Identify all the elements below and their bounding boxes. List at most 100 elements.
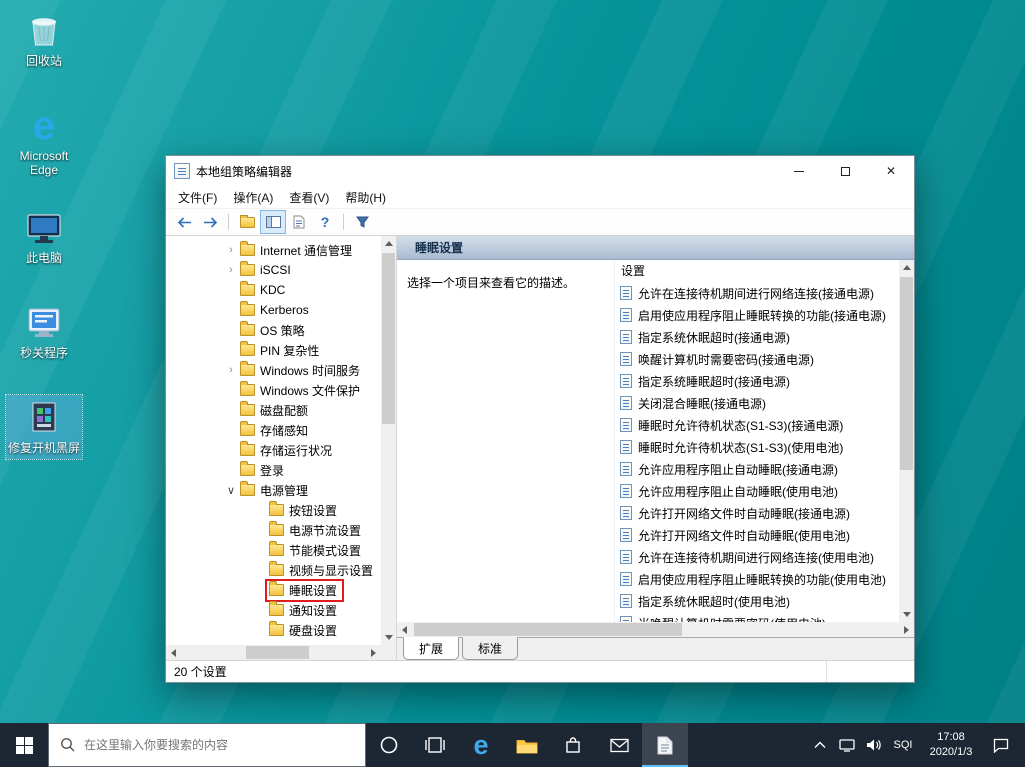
show-hide-console-tree-button[interactable]: [261, 211, 285, 233]
tree-item[interactable]: KDC: [166, 280, 381, 300]
export-list-button[interactable]: [287, 211, 311, 233]
expand-arrow-icon[interactable]: ›: [224, 364, 238, 376]
input-method-indicator[interactable]: SQI: [887, 739, 919, 751]
network-button[interactable]: [833, 723, 860, 767]
hidden-icons-button[interactable]: [806, 723, 833, 767]
settings-horizontal-scrollbar[interactable]: [397, 622, 914, 637]
tree-item[interactable]: › Internet 通信管理: [166, 240, 381, 260]
scrollbar-track[interactable]: [181, 645, 366, 660]
tree-item-content[interactable]: 按钮设置: [267, 501, 342, 520]
view-tab[interactable]: 标准: [462, 637, 518, 660]
menu-item[interactable]: 帮助(H): [337, 187, 394, 208]
scroll-down-button[interactable]: [899, 607, 914, 622]
tree-item-content[interactable]: 硬盘设置: [267, 621, 342, 640]
tree-item-content[interactable]: Windows 时间服务: [238, 361, 365, 380]
policy-setting-item[interactable]: 允许在连接待机期间进行网络连接(使用电池): [615, 546, 899, 568]
scrollbar-track[interactable]: [899, 275, 914, 607]
tree-item-content[interactable]: 睡眠设置: [267, 581, 342, 600]
scrollbar-thumb[interactable]: [900, 277, 913, 470]
scroll-down-button[interactable]: [381, 630, 396, 645]
tree-item-content[interactable]: 视频与显示设置: [267, 561, 378, 580]
policy-setting-item[interactable]: 允许打开网络文件时自动睡眠(使用电池): [615, 524, 899, 546]
scroll-right-button[interactable]: [899, 622, 914, 637]
desktop-icon-fix-black-screen[interactable]: 修复开机黑屏: [6, 395, 82, 459]
menu-item[interactable]: 查看(V): [281, 187, 337, 208]
scrollbar-track[interactable]: [412, 622, 899, 637]
expand-arrow-icon[interactable]: ∨: [224, 484, 238, 497]
policy-setting-item[interactable]: 关闭混合睡眠(接通电源): [615, 392, 899, 414]
tree-item[interactable]: 节能模式设置: [166, 540, 381, 560]
tree-item[interactable]: 睡眠设置: [166, 580, 381, 600]
tree-item-content[interactable]: iSCSI: [238, 262, 296, 278]
policy-setting-item[interactable]: 允许应用程序阻止自动睡眠(使用电池): [615, 480, 899, 502]
volume-button[interactable]: [860, 723, 887, 767]
maximize-button[interactable]: [822, 156, 868, 186]
clock[interactable]: 17:08 2020/1/3: [919, 730, 983, 760]
tree-item-content[interactable]: OS 策略: [238, 321, 310, 340]
scroll-up-button[interactable]: [899, 260, 914, 275]
tree-item-content[interactable]: KDC: [238, 282, 290, 298]
settings-column-header[interactable]: 设置: [615, 260, 899, 282]
scrollbar-thumb[interactable]: [246, 646, 309, 659]
tree-item[interactable]: 存储运行状况: [166, 440, 381, 460]
scroll-left-button[interactable]: [397, 622, 412, 637]
policy-setting-item[interactable]: 睡眠时允许待机状态(S1-S3)(使用电池): [615, 436, 899, 458]
menu-item[interactable]: 文件(F): [170, 187, 225, 208]
mail-button[interactable]: [596, 723, 642, 767]
tree-item[interactable]: 通知设置: [166, 600, 381, 620]
desktop-icon-edge[interactable]: e Microsoft Edge: [6, 103, 82, 182]
tree-item-content[interactable]: 存储运行状况: [238, 441, 337, 460]
scrollbar-thumb[interactable]: [414, 623, 682, 636]
file-explorer-button[interactable]: [504, 723, 550, 767]
tree-item[interactable]: 磁盘配额: [166, 400, 381, 420]
scrollbar-thumb[interactable]: [382, 253, 395, 424]
back-button[interactable]: [172, 211, 196, 233]
scroll-left-button[interactable]: [166, 645, 181, 660]
tree-item[interactable]: OS 策略: [166, 320, 381, 340]
settings-vertical-scrollbar[interactable]: [899, 260, 914, 622]
expand-arrow-icon[interactable]: ›: [224, 244, 238, 256]
desktop-icon-recycle-bin[interactable]: 回收站: [6, 8, 82, 72]
forward-button[interactable]: [198, 211, 222, 233]
scroll-up-button[interactable]: [381, 236, 396, 251]
taskbar-search[interactable]: [48, 723, 366, 767]
policy-setting-item[interactable]: 当唤醒计算机时需要密码(使用电池): [615, 612, 899, 622]
task-view-button[interactable]: [412, 723, 458, 767]
tree-item-content[interactable]: 磁盘配额: [238, 401, 313, 420]
tree-item[interactable]: › iSCSI: [166, 260, 381, 280]
action-center-button[interactable]: [983, 723, 1019, 767]
tree-item[interactable]: ∨ 电源管理: [166, 480, 381, 500]
policy-setting-item[interactable]: 指定系统休眠超时(接通电源): [615, 326, 899, 348]
filter-button[interactable]: [350, 211, 374, 233]
tree-item-content[interactable]: 电源管理: [238, 481, 313, 500]
policy-setting-item[interactable]: 启用使应用程序阻止睡眠转换的功能(使用电池): [615, 568, 899, 590]
tree-item[interactable]: › Windows 时间服务: [166, 360, 381, 380]
tree-item-content[interactable]: 登录: [238, 461, 289, 480]
tree-item-content[interactable]: PIN 复杂性: [238, 341, 324, 360]
policy-setting-item[interactable]: 启用使应用程序阻止睡眠转换的功能(接通电源): [615, 304, 899, 326]
expand-arrow-icon[interactable]: ›: [224, 264, 238, 276]
view-tab[interactable]: 扩展: [403, 637, 459, 660]
tree-item-content[interactable]: 通知设置: [267, 601, 342, 620]
edge-taskbar-button[interactable]: e: [458, 723, 504, 767]
tree-item-content[interactable]: Internet 通信管理: [238, 241, 357, 260]
up-one-level-button[interactable]: [235, 211, 259, 233]
title-bar[interactable]: 本地组策略编辑器 ✕: [166, 156, 914, 186]
gpedit-taskbar-button[interactable]: [642, 723, 688, 767]
store-button[interactable]: [550, 723, 596, 767]
tree-item[interactable]: PIN 复杂性: [166, 340, 381, 360]
policy-setting-item[interactable]: 睡眠时允许待机状态(S1-S3)(接通电源): [615, 414, 899, 436]
search-input[interactable]: [84, 738, 354, 752]
tree-horizontal-scrollbar[interactable]: [166, 645, 381, 660]
tree-item-content[interactable]: Windows 文件保护: [238, 381, 365, 400]
policy-setting-item[interactable]: 指定系统休眠超时(使用电池): [615, 590, 899, 612]
tree-item[interactable]: Kerberos: [166, 300, 381, 320]
policy-setting-item[interactable]: 指定系统睡眠超时(接通电源): [615, 370, 899, 392]
cortana-button[interactable]: [366, 723, 412, 767]
tree-item[interactable]: 存储感知: [166, 420, 381, 440]
tree-item-content[interactable]: 电源节流设置: [267, 521, 366, 540]
desktop-icon-this-pc[interactable]: 此电脑: [6, 205, 82, 269]
minimize-button[interactable]: [776, 156, 822, 186]
tree-item[interactable]: 视频与显示设置: [166, 560, 381, 580]
policy-setting-item[interactable]: 允许应用程序阻止自动睡眠(接通电源): [615, 458, 899, 480]
